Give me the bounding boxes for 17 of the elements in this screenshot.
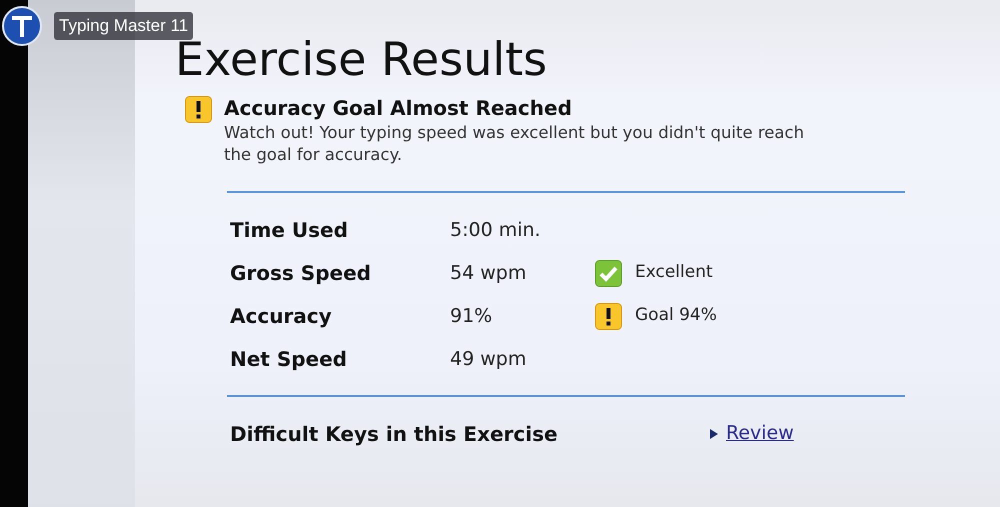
status-text: Goal 94% (635, 304, 717, 328)
stat-label: Gross Speed (230, 260, 372, 288)
section-label: Difficult Keys in this Exercise (230, 420, 559, 448)
stat-value: 5:00 min. (450, 218, 542, 243)
review-link[interactable]: Review (710, 419, 794, 448)
stat-label: Accuracy (230, 303, 333, 330)
status-text: Excellent (635, 261, 713, 284)
stat-label: Net Speed (230, 346, 348, 374)
channel-logo[interactable] (2, 6, 42, 46)
stat-label: Time Used (230, 217, 349, 244)
stat-value: 54 wpm (450, 260, 528, 286)
video-title[interactable]: Typing Master 11 (54, 12, 194, 40)
stat-value: 49 wpm (450, 346, 528, 372)
alert-title: Accuracy Goal Almost Reached (224, 96, 573, 120)
triangle-icon (710, 428, 718, 439)
stat-value: 91% (450, 304, 494, 329)
alert-message: Watch out! Your typing speed was excellent but you didn't quite reach the goal for accuracy. (224, 122, 806, 166)
